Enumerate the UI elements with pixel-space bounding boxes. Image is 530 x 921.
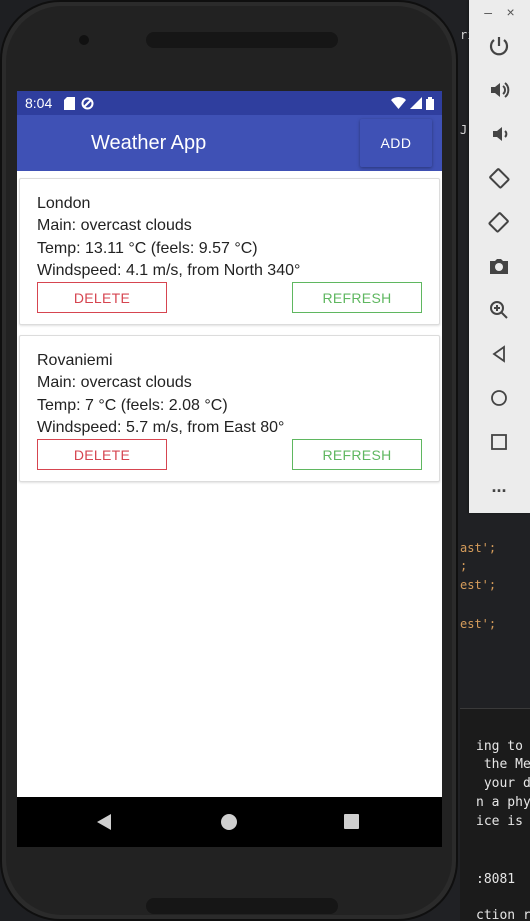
nav-home-icon[interactable] <box>221 814 237 830</box>
home-icon[interactable] <box>485 384 513 412</box>
volume-up-icon[interactable] <box>485 76 513 104</box>
terminal-line: :8081 <box>476 872 516 887</box>
code-line: est'; <box>460 617 497 631</box>
sd-card-icon <box>64 96 76 110</box>
sync-off-icon <box>81 97 94 109</box>
top-speaker <box>146 32 338 48</box>
front-camera <box>79 35 89 45</box>
temperature: Temp: 7 °C (feels: 2.08 °C) <box>37 397 228 414</box>
rotate-right-icon[interactable] <box>485 208 513 236</box>
delete-button[interactable]: DELETE <box>37 282 167 313</box>
weather-card-london: London Main: overcast clouds Temp: 13.11… <box>19 178 440 325</box>
refresh-button[interactable]: REFRESH <box>292 282 422 313</box>
device-screen: 8:04 Weather App ADD London Main: overca <box>17 91 442 847</box>
terminal-line: ction reset <box>476 908 530 921</box>
zoom-icon[interactable] <box>485 296 513 324</box>
power-icon[interactable] <box>485 32 513 60</box>
main-condition: Main: overcast clouds <box>37 374 192 391</box>
code-line: est'; <box>460 578 497 592</box>
status-time: 8:04 <box>25 95 53 111</box>
city-name: Rovaniemi <box>37 352 113 369</box>
nav-back-icon[interactable] <box>97 814 111 830</box>
refresh-button[interactable]: REFRESH <box>292 439 422 470</box>
weather-card-rovaniemi: Rovaniemi Main: overcast clouds Temp: 7 … <box>19 335 440 482</box>
windspeed: Windspeed: 5.7 m/s, from East 80° <box>37 419 285 436</box>
wifi-icon <box>391 97 406 109</box>
nav-recents-icon[interactable] <box>344 814 359 829</box>
rotate-left-icon[interactable] <box>485 164 513 192</box>
windspeed: Windspeed: 4.1 m/s, from North 340° <box>37 262 301 279</box>
navigation-bar <box>17 797 442 847</box>
emulator-phone-frame: 8:04 Weather App ADD London Main: overca <box>0 0 458 921</box>
back-icon[interactable] <box>485 340 513 368</box>
code-line: ast'; <box>460 541 497 555</box>
battery-icon <box>426 96 434 110</box>
desktop: ri J ast'; ; est'; est'; ing to fi the M… <box>0 0 530 921</box>
terminal-line: your devi <box>483 776 530 791</box>
terminal-line: ing to fi <box>476 739 523 754</box>
code-line: ; <box>460 559 468 573</box>
temperature: Temp: 13.11 °C (feels: 9.57 °C) <box>37 240 258 257</box>
terminal-line: the Metro <box>483 757 530 772</box>
delete-button[interactable]: DELETE <box>37 439 167 470</box>
bottom-speaker <box>146 898 338 914</box>
minimize-button[interactable]: – <box>484 4 492 24</box>
status-bar: 8:04 <box>17 91 442 115</box>
city-name: London <box>37 195 91 212</box>
code-line: J <box>460 123 468 137</box>
main-condition: Main: overcast clouds <box>37 217 192 234</box>
emulator-toolbar: – × ... <box>469 0 530 513</box>
volume-down-icon[interactable] <box>485 120 513 148</box>
terminal-line: ice is on <box>476 814 523 829</box>
app-bar: Weather App ADD <box>17 115 442 171</box>
terminal-line: n a physic <box>476 795 530 810</box>
close-button[interactable]: × <box>507 4 515 24</box>
add-button[interactable]: ADD <box>360 119 432 167</box>
overview-icon[interactable] <box>485 428 513 456</box>
more-icon[interactable]: ... <box>485 472 513 500</box>
terminal-panel: ing to fi the Metro your devi n a physic… <box>460 708 530 921</box>
signal-icon <box>410 97 422 109</box>
app-title: Weather App <box>91 132 207 154</box>
camera-icon[interactable] <box>485 252 513 280</box>
